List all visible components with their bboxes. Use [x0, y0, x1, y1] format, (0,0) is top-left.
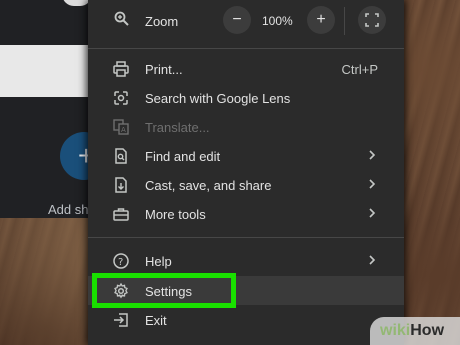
lens-icon: [112, 89, 130, 107]
settings-highlight-outline: [92, 273, 236, 308]
menu-item-translate[interactable]: A Translate...: [88, 112, 404, 141]
zoom-level: 100%: [262, 14, 293, 28]
chevron-right-icon: [366, 177, 378, 191]
new-tab-page: + Add sh: [0, 0, 108, 218]
toolbox-icon: [112, 205, 130, 223]
exit-icon: [112, 311, 130, 329]
menu-item-label: More tools: [145, 207, 206, 222]
zoom-in-button[interactable]: +: [307, 6, 335, 34]
search-bar[interactable]: [0, 45, 95, 97]
menu-item-label: Search with Google Lens: [145, 91, 291, 106]
translate-icon: A: [112, 118, 130, 136]
zoom-label: Zoom: [145, 14, 179, 29]
wikihow-watermark: wikiHow: [370, 317, 460, 345]
zoom-divider: [344, 7, 345, 35]
menu-item-help[interactable]: ? Help: [88, 246, 404, 275]
chevron-right-icon: [366, 253, 378, 267]
watermark-how: How: [410, 322, 445, 339]
menu-item-label: Help: [145, 254, 172, 269]
chevron-right-icon: [366, 206, 378, 220]
help-icon: ?: [112, 252, 130, 270]
save-page-icon: [112, 176, 130, 194]
menu-item-exit[interactable]: Exit: [88, 305, 404, 334]
menu-item-label: Print...: [145, 62, 183, 77]
zoom-out-button[interactable]: −: [223, 6, 251, 34]
fullscreen-icon: [365, 13, 379, 27]
menu-item-find-and-edit[interactable]: Find and edit: [88, 141, 404, 170]
zoom-icon: [113, 10, 131, 28]
menu-item-label: Find and edit: [145, 149, 221, 164]
menu-item-cast-save-share[interactable]: Cast, save, and share: [88, 170, 404, 199]
menu-item-google-lens[interactable]: Search with Google Lens: [88, 83, 404, 112]
watermark-wiki: wiki: [380, 322, 411, 339]
zoom-row: Zoom − 100% +: [88, 0, 404, 42]
add-shortcut-label: Add sh: [48, 202, 89, 217]
chevron-right-icon: [366, 148, 378, 162]
printer-icon: [112, 60, 130, 78]
menu-item-label: Translate...: [145, 120, 210, 135]
fullscreen-button[interactable]: [358, 6, 386, 34]
svg-text:?: ?: [118, 257, 123, 268]
print-shortcut: Ctrl+P: [341, 62, 378, 77]
menu-divider: [88, 48, 404, 49]
svg-text:A: A: [121, 126, 126, 134]
find-page-icon: [112, 147, 130, 165]
menu-item-more-tools[interactable]: More tools: [88, 199, 404, 228]
menu-item-print[interactable]: Print... Ctrl+P: [88, 54, 404, 83]
menu-divider: [88, 237, 404, 238]
menu-item-label: Exit: [145, 313, 167, 328]
menu-item-label: Cast, save, and share: [145, 178, 272, 193]
